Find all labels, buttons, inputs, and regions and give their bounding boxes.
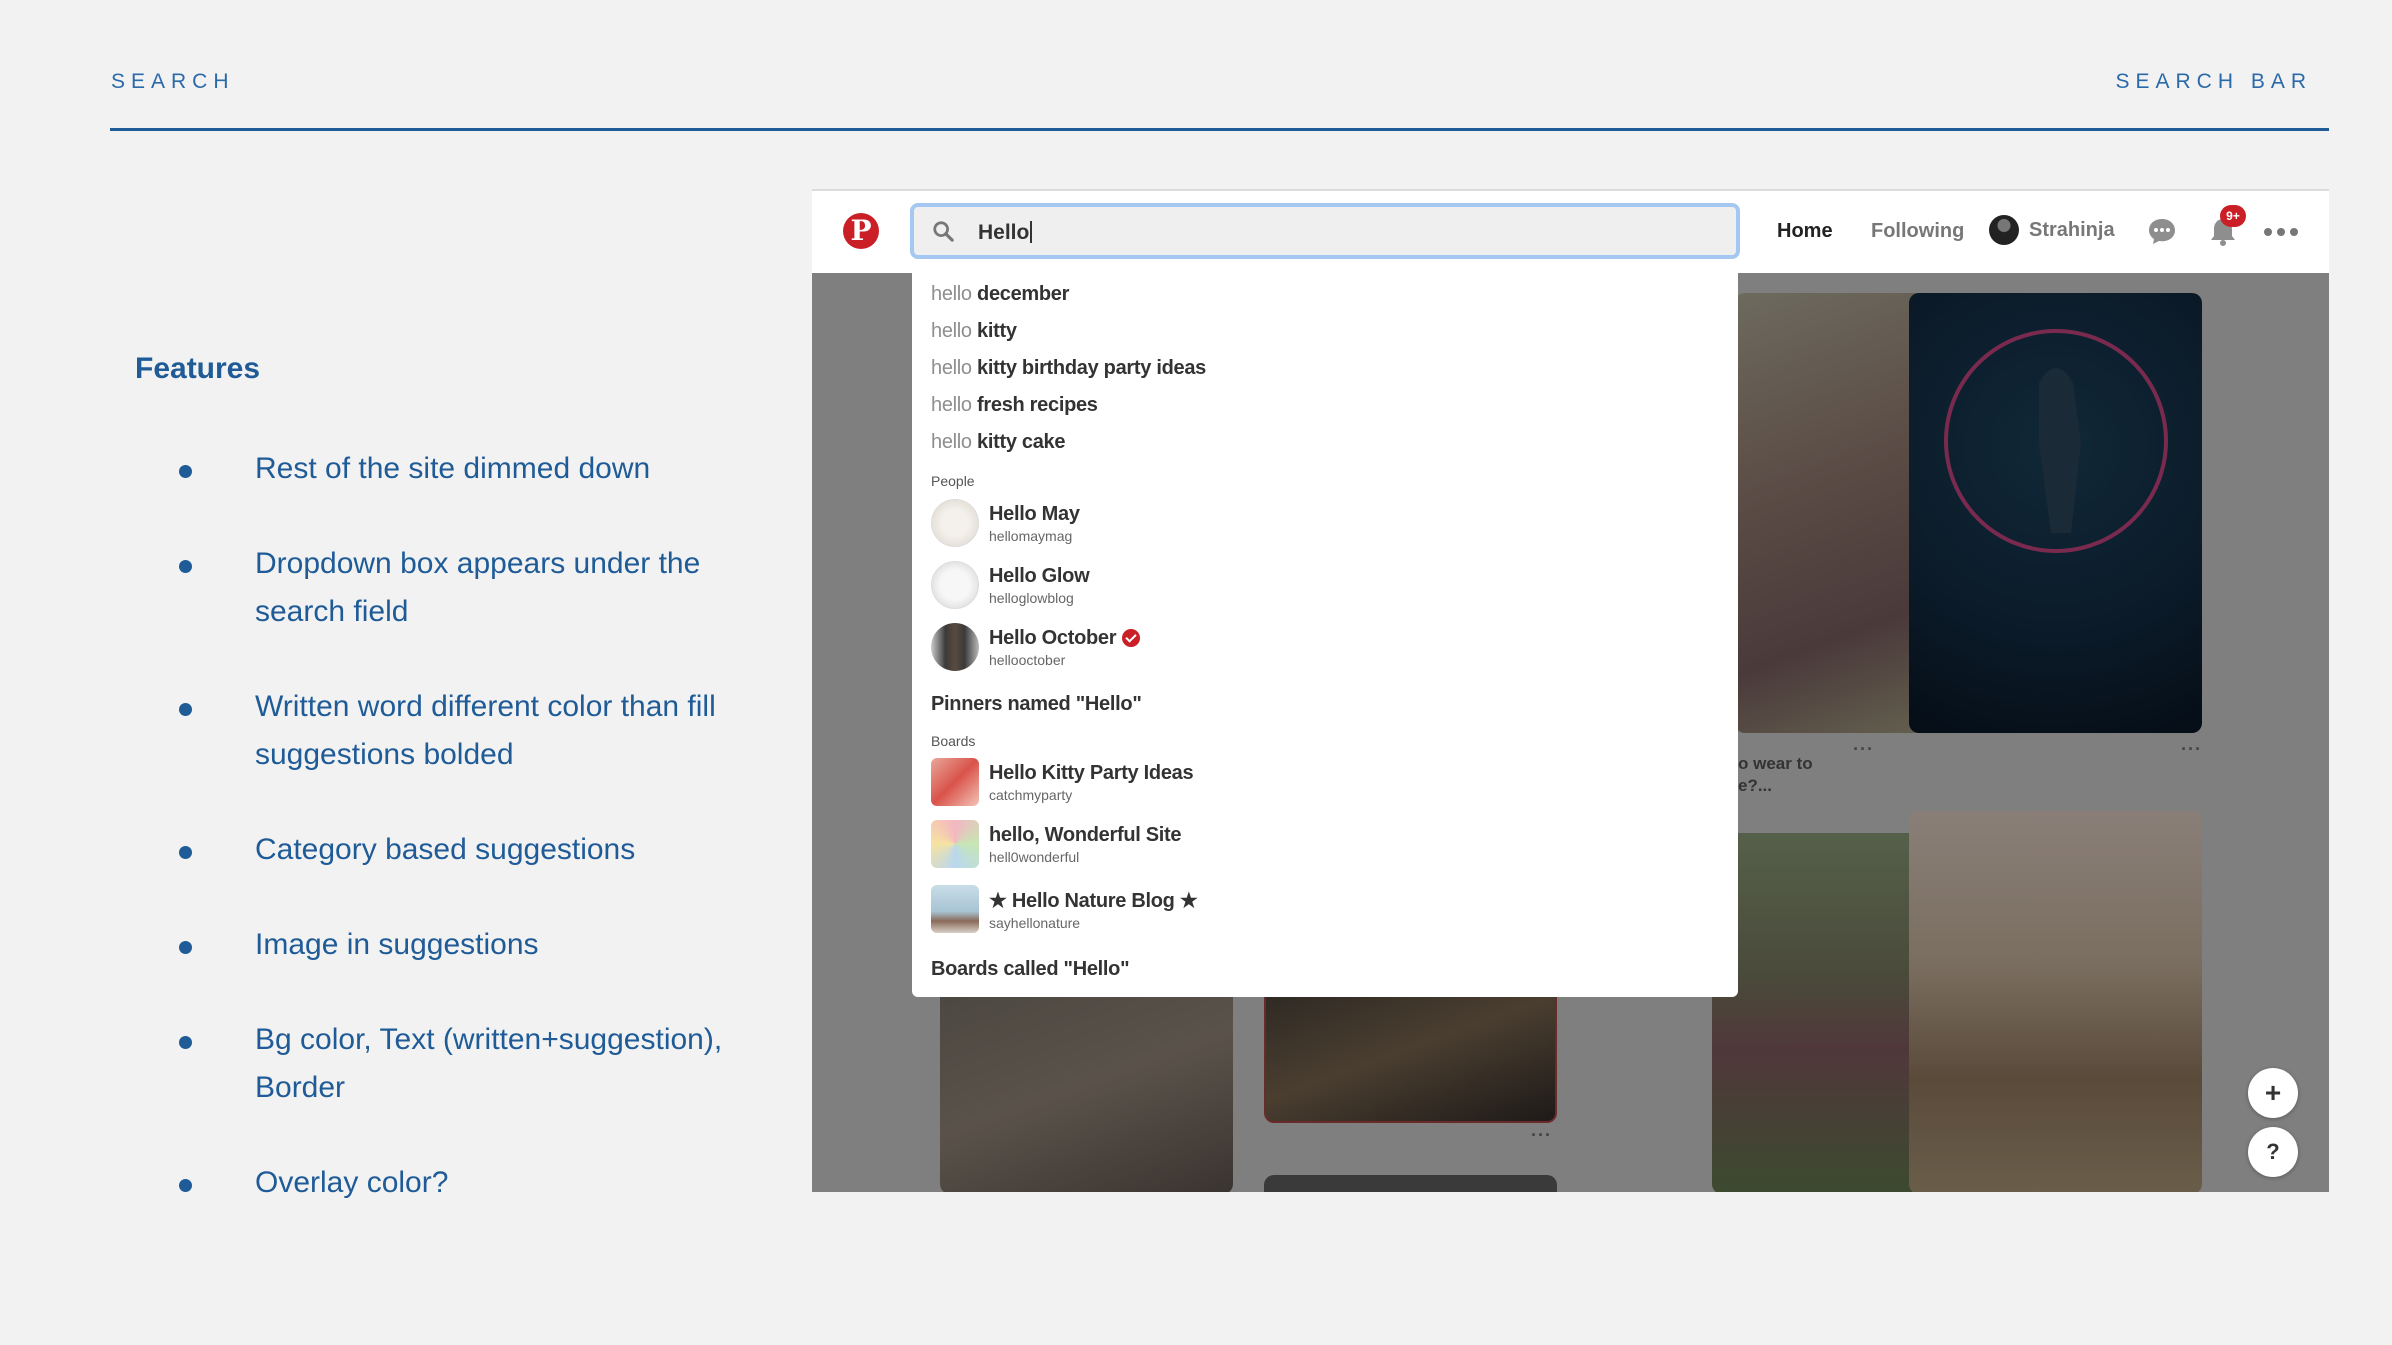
person-handle: helloglowblog (989, 589, 1074, 606)
avatar (1989, 215, 2019, 245)
people-category-label: People (931, 473, 975, 489)
person-avatar (931, 623, 979, 671)
features-title: Features (135, 352, 261, 385)
pinterest-screenshot: ··· ··· o wear to e?... ··· + ? P Hello … (812, 189, 2329, 1192)
feature-item: Written word different color than fill s… (170, 683, 730, 779)
person-suggestion[interactable]: Hello May hellomaymag (931, 498, 1080, 548)
board-handle: catchmyparty (989, 786, 1073, 803)
nav-profile[interactable]: Strahinja (1989, 215, 2115, 245)
verified-icon (1122, 629, 1141, 647)
bullet-icon (179, 560, 192, 573)
board-name: Hello Kitty Party Ideas (989, 761, 1194, 784)
feature-item: Image in suggestions (170, 921, 730, 969)
bullet-icon (179, 1036, 192, 1049)
chat-icon[interactable] (2147, 217, 2177, 245)
board-handle: sayhellonature (989, 914, 1081, 931)
top-navigation-bar: P Hello Home Following Strahinja 9+ (812, 191, 2329, 273)
bullet-icon (179, 465, 192, 478)
person-name: Hello May (989, 502, 1080, 525)
board-suggestion[interactable]: Hello Kitty Party Ideas catchmyparty (931, 757, 1194, 807)
features-list: Rest of the site dimmed down Dropdown bo… (170, 445, 730, 1254)
nav-home[interactable]: Home (1777, 220, 1833, 243)
search-input[interactable]: Hello (910, 203, 1740, 259)
nav-following[interactable]: Following (1871, 220, 1964, 243)
header-divider (110, 128, 2329, 131)
help-button[interactable]: ? (2248, 1127, 2298, 1177)
person-suggestion[interactable]: Hello Glow helloglowblog (931, 560, 1090, 610)
bullet-icon (179, 941, 192, 954)
feature-item: Rest of the site dimmed down (170, 445, 730, 493)
bullet-icon (179, 1179, 192, 1192)
person-name: Hello Glow (989, 564, 1090, 587)
pin-more-dots[interactable]: ··· (1531, 1125, 1552, 1146)
add-button[interactable]: + (2248, 1068, 2298, 1118)
person-handle: hellooctober (989, 651, 1066, 668)
board-thumbnail (931, 820, 979, 868)
board-name: hello, Wonderful Site (989, 823, 1182, 846)
pinterest-logo-icon[interactable]: P (843, 213, 879, 249)
person-avatar (931, 561, 979, 609)
suggestion-item[interactable]: hello kitty (931, 320, 1017, 343)
feature-item: Overlay color? (170, 1159, 730, 1207)
search-icon (933, 221, 954, 242)
person-handle: hellomaymag (989, 527, 1073, 544)
boards-category-label: Boards (931, 733, 976, 749)
suggestion-item[interactable]: hello fresh recipes (931, 394, 1098, 417)
pin-more-dots[interactable]: ··· (2181, 739, 2202, 760)
pin-more-dots[interactable]: ··· (1853, 739, 1874, 760)
more-icon[interactable] (2263, 227, 2299, 237)
profile-name: Strahinja (2029, 218, 2115, 241)
feed-pin[interactable] (1909, 811, 2202, 1192)
pinners-search-link[interactable]: Pinners named "Hello" (931, 693, 1142, 716)
suggestion-item[interactable]: hello kitty cake (931, 431, 1066, 454)
boards-search-link[interactable]: Boards called "Hello" (931, 958, 1130, 981)
bullet-icon (179, 703, 192, 716)
board-suggestion[interactable]: hello, Wonderful Site hell0wonderful (931, 819, 1182, 869)
feature-item: Category based suggestions (170, 826, 730, 874)
search-input-value: Hello (978, 221, 1032, 245)
person-avatar (931, 499, 979, 547)
feature-item: Bg color, Text (written+suggestion), Bor… (170, 1016, 730, 1112)
slide-header-left: SEARCH (111, 70, 235, 93)
search-suggestions-dropdown: hello december hello kitty hello kitty b… (912, 273, 1738, 997)
feed-pin[interactable] (1264, 1175, 1557, 1192)
feed-pin[interactable] (1909, 293, 2202, 733)
board-thumbnail (931, 885, 979, 933)
notification-badge: 9+ (2220, 205, 2246, 227)
board-handle: hell0wonderful (989, 848, 1080, 865)
feature-item: Dropdown box appears under the search fi… (170, 540, 730, 636)
person-name: Hello October (989, 627, 1141, 650)
feed-pin[interactable] (940, 973, 1233, 1192)
slide-header-right: SEARCH BAR (2115, 70, 2312, 93)
neon-ring-graphic (1944, 329, 2168, 553)
bullet-icon (179, 846, 192, 859)
pin-caption: o wear to e?... (1738, 754, 1813, 795)
person-suggestion[interactable]: Hello October hellooctober (931, 622, 1141, 672)
board-name: ★ Hello Nature Blog ★ (989, 889, 1198, 912)
board-suggestion[interactable]: ★ Hello Nature Blog ★ sayhellonature (931, 884, 1198, 934)
suggestion-item[interactable]: hello december (931, 283, 1069, 306)
board-thumbnail (931, 758, 979, 806)
suggestion-item[interactable]: hello kitty birthday party ideas (931, 357, 1206, 380)
